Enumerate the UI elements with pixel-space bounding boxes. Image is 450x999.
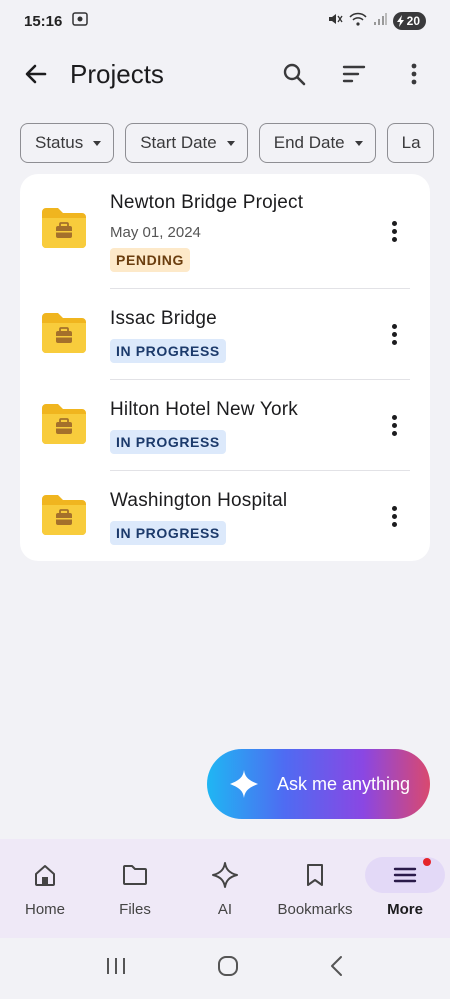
filter-chip-partial[interactable]: La	[386, 123, 434, 163]
status-left: 15:16	[24, 12, 89, 30]
more-vert-dot	[391, 236, 397, 242]
notification-dot	[423, 858, 431, 866]
status-right: 20	[327, 12, 426, 30]
sort-icon	[342, 65, 366, 83]
back-button[interactable]	[16, 54, 56, 94]
recent-apps-icon	[107, 958, 125, 974]
nav-item-bookmarks[interactable]: Bookmarks	[270, 839, 360, 938]
bottom-nav: Home Files AI Bookmarks More	[0, 839, 450, 938]
status-badge: IN PROGRESS	[110, 430, 226, 454]
list-item[interactable]: Hilton Hotel New York IN PROGRESS	[20, 380, 430, 471]
project-name: Hilton Hotel New York	[110, 399, 298, 420]
list-item[interactable]: Issac Bridge IN PROGRESS	[20, 289, 430, 380]
charging-icon	[396, 15, 404, 27]
overflow-menu-button[interactable]	[394, 54, 434, 94]
filter-chips: Status Start Date End Date La	[20, 123, 450, 163]
more-vert-dot	[391, 323, 397, 329]
item-more-button[interactable]	[384, 216, 404, 246]
chip-label: Status	[35, 133, 84, 152]
screen-record-icon	[72, 12, 89, 30]
app-bar: Projects	[0, 46, 450, 102]
search-button[interactable]	[274, 54, 314, 94]
status-badge: IN PROGRESS	[110, 339, 226, 363]
caret-down-icon	[93, 140, 102, 146]
status-time: 15:16	[24, 12, 63, 30]
sparkle-icon	[185, 857, 265, 893]
caret-down-icon	[354, 140, 363, 146]
system-nav-bar	[0, 938, 450, 999]
home-circle-icon	[218, 956, 238, 976]
status-badge: PENDING	[110, 248, 190, 272]
more-vert-dot	[391, 228, 397, 234]
battery-indicator: 20	[392, 12, 426, 30]
status-bar: 15:16 20	[0, 0, 450, 42]
item-more-button[interactable]	[384, 410, 404, 440]
nav-item-files[interactable]: Files	[90, 839, 180, 938]
ask-ai-button[interactable]: Ask me anything	[207, 749, 430, 819]
page-title: Projects	[70, 58, 164, 89]
app-actions	[274, 54, 434, 94]
sort-button[interactable]	[334, 54, 374, 94]
bookmark-icon	[275, 857, 355, 893]
more-vert-dot	[391, 422, 397, 428]
chip-label: La	[401, 133, 421, 152]
home-icon	[5, 857, 85, 893]
project-name: Newton Bridge Project	[110, 192, 304, 213]
search-icon	[283, 63, 306, 86]
item-more-button[interactable]	[384, 501, 404, 531]
more-vert-icon	[411, 63, 417, 85]
battery-level: 20	[406, 14, 420, 28]
filter-chip-end-date[interactable]: End Date	[258, 123, 376, 163]
more-vert-dot	[391, 414, 397, 420]
wifi-icon	[349, 12, 367, 30]
nav-label: More	[387, 901, 423, 918]
nav-label: Bookmarks	[277, 901, 353, 918]
folder-icon	[95, 857, 175, 893]
more-vert-dot	[391, 505, 397, 511]
folder-icon	[40, 493, 88, 542]
folder-icon	[40, 311, 88, 360]
project-name: Washington Hospital	[110, 490, 288, 511]
filter-chip-status[interactable]: Status	[20, 123, 115, 163]
more-vert-dot	[391, 430, 397, 436]
back-system-button[interactable]	[329, 955, 345, 982]
nav-item-ai[interactable]: AI	[180, 839, 270, 938]
menu-icon	[365, 857, 445, 893]
nav-item-home[interactable]: Home	[0, 839, 90, 938]
nav-item-more[interactable]: More	[360, 839, 450, 938]
project-name: Issac Bridge	[110, 308, 217, 329]
mute-icon	[327, 12, 343, 30]
status-badge: IN PROGRESS	[110, 521, 226, 545]
filter-chip-start-date[interactable]: Start Date	[125, 123, 248, 163]
list-item[interactable]: Washington Hospital IN PROGRESS	[20, 471, 430, 561]
nav-label: Home	[24, 901, 65, 918]
item-more-button[interactable]	[384, 319, 404, 349]
nav-label: AI	[217, 901, 233, 918]
back-arrow-icon	[25, 64, 47, 84]
ask-ai-label: Ask me anything	[277, 773, 411, 794]
more-vert-dot	[391, 331, 397, 337]
nav-label: Files	[119, 901, 151, 918]
home-system-button[interactable]	[217, 955, 239, 982]
chip-label: End Date	[273, 133, 345, 152]
folder-icon	[40, 206, 88, 255]
signal-icon	[373, 12, 387, 30]
list-item[interactable]: Newton Bridge Project May 01, 2024 PENDI…	[20, 174, 430, 288]
back-chevron-icon	[331, 956, 342, 976]
caret-down-icon	[226, 140, 235, 146]
recent-apps-button[interactable]	[105, 956, 127, 981]
folder-icon	[40, 402, 88, 451]
more-vert-dot	[391, 220, 397, 226]
more-vert-dot	[391, 339, 397, 345]
chip-label: Start Date	[140, 133, 217, 152]
more-vert-dot	[391, 513, 397, 519]
project-date: May 01, 2024	[110, 224, 201, 241]
more-vert-dot	[391, 521, 397, 527]
project-list: Newton Bridge Project May 01, 2024 PENDI…	[20, 174, 430, 561]
sparkle-icon	[230, 770, 258, 798]
